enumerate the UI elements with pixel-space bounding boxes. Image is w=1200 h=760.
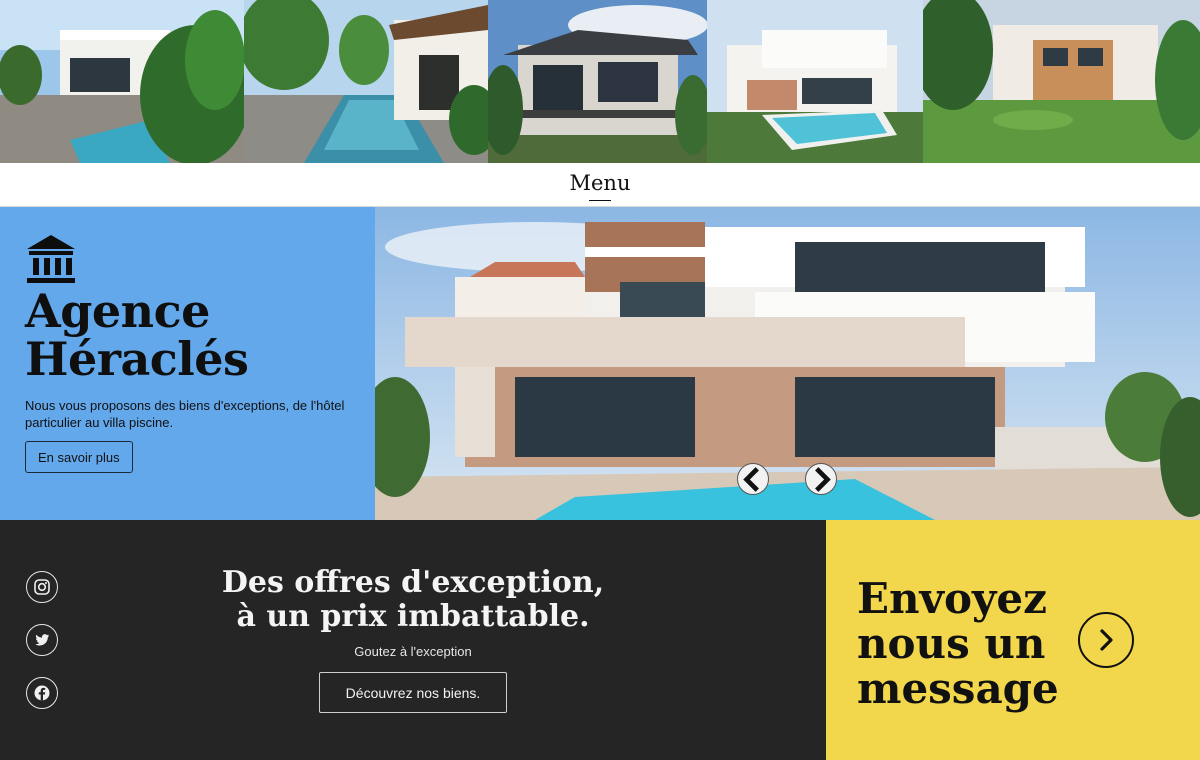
contact-section: Envoyez nous un message: [826, 520, 1200, 760]
offers-subtitle: Goutez à l'exception: [354, 644, 472, 659]
chevron-right-icon: [815, 466, 831, 492]
offers-title: Des offres d'exception, à un prix imbatt…: [0, 566, 826, 634]
menu-link[interactable]: Menu: [570, 171, 631, 199]
contact-title-line2: nous un: [857, 619, 1046, 668]
villa-photo-2[interactable]: [244, 0, 488, 163]
villa-photo-5[interactable]: [923, 0, 1200, 163]
facebook-link[interactable]: [26, 677, 58, 709]
agency-title: Agence Héraclés: [25, 284, 249, 386]
hero-villa-image: [375, 207, 1200, 520]
facebook-icon: [34, 685, 50, 701]
learn-more-button[interactable]: En savoir plus: [25, 441, 133, 473]
agency-title-line1: Agence: [25, 284, 210, 338]
contact-title-line3: message: [857, 664, 1059, 713]
villa-photo-4[interactable]: [707, 0, 923, 163]
hero-panel: Agence Héraclés Nous vous proposons des …: [0, 207, 375, 520]
chevron-right-icon: [1100, 629, 1113, 651]
contact-title-line1: Envoyez: [857, 574, 1047, 623]
discover-properties-button[interactable]: Découvrez nos biens.: [319, 672, 507, 713]
agency-description: Nous vous proposons des biens d'exceptio…: [25, 398, 345, 430]
chevron-left-icon: [743, 466, 759, 492]
villa-photo-3[interactable]: [488, 0, 707, 163]
offers-section: Des offres d'exception, à un prix imbatt…: [0, 520, 826, 760]
offers-title-line1: Des offres d'exception,: [221, 565, 605, 600]
offers-title-line2: à un prix imbattable.: [236, 599, 590, 634]
hero-carousel: [375, 207, 1200, 520]
villa-photo-1[interactable]: [0, 0, 244, 163]
contact-title: Envoyez nous un message: [857, 576, 1059, 711]
carousel-next-button[interactable]: [805, 463, 837, 495]
bank-building-icon: [27, 235, 75, 283]
carousel-prev-button[interactable]: [737, 463, 769, 495]
send-message-button[interactable]: [1078, 612, 1134, 668]
agency-title-line2: Héraclés: [25, 332, 249, 386]
photo-gallery-strip: [0, 0, 1200, 163]
menu-bar: Menu: [0, 163, 1200, 207]
